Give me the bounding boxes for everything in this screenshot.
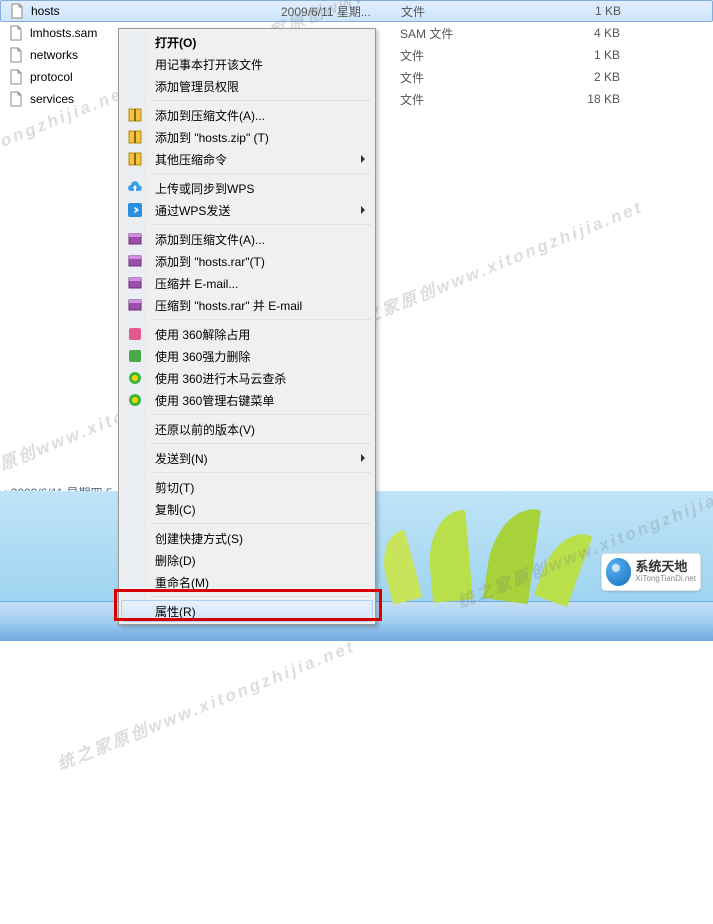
menu-rar-add[interactable]: 添加到压缩文件(A)... [121, 228, 373, 250]
logo-title: 系统天地 [635, 560, 696, 574]
menu-label: 添加到 "hosts.rar"(T) [155, 253, 265, 270]
menu-label: 使用 360解除占用 [155, 326, 250, 343]
logo-subtitle: XiTongTianDi.net [635, 575, 696, 584]
menu-label: 使用 360强力删除 [155, 348, 250, 365]
file-size: 2 KB [540, 70, 620, 84]
file-icon [8, 47, 24, 63]
zip-icon [127, 107, 143, 123]
menu-360-delete[interactable]: 使用 360强力删除 [121, 345, 373, 367]
menu-label: 添加到压缩文件(A)... [155, 107, 265, 124]
cloud-upload-icon [127, 180, 143, 196]
menu-sendto[interactable]: 发送到(N) [121, 447, 373, 469]
menu-label: 删除(D) [155, 552, 196, 569]
menu-label: 压缩并 E-mail... [155, 275, 238, 292]
menu-label: 通过WPS发送 [155, 202, 230, 219]
rar-icon [127, 297, 143, 313]
menu-rename[interactable]: 重命名(M) [121, 571, 373, 593]
menu-label: 用记事本打开该文件 [155, 56, 263, 73]
zip-icon [127, 129, 143, 145]
360-menu-icon [127, 392, 143, 408]
file-size: 1 KB [540, 48, 620, 62]
file-icon [9, 3, 25, 19]
menu-label: 添加到压缩文件(A)... [155, 231, 265, 248]
file-type: SAM 文件 [400, 25, 540, 42]
menu-rar-email[interactable]: 压缩并 E-mail... [121, 272, 373, 294]
file-date: 2009/6/11 星期... [281, 3, 401, 20]
file-icon [8, 69, 24, 85]
360-scan-icon [127, 370, 143, 386]
menu-360-unlock[interactable]: 使用 360解除占用 [121, 323, 373, 345]
menu-label: 添加管理员权限 [155, 78, 239, 95]
menu-wps-upload[interactable]: 上传或同步到WPS [121, 177, 373, 199]
menu-zip-other[interactable]: 其他压缩命令 [121, 148, 373, 170]
menu-label: 还原以前的版本(V) [155, 421, 255, 438]
submenu-arrow-icon [361, 454, 365, 462]
menu-restore[interactable]: 还原以前的版本(V) [121, 418, 373, 440]
file-name: hosts [31, 4, 281, 18]
rar-icon [127, 231, 143, 247]
file-icon [8, 25, 24, 41]
menu-rar-addto[interactable]: 添加到 "hosts.rar"(T) [121, 250, 373, 272]
menu-delete[interactable]: 删除(D) [121, 549, 373, 571]
menu-label: 重命名(M) [155, 574, 209, 591]
menu-label: 剪切(T) [155, 479, 194, 496]
zip-icon [127, 151, 143, 167]
menu-360-rmenu[interactable]: 使用 360管理右键菜单 [121, 389, 373, 411]
file-type: 文件 [400, 91, 540, 108]
menu-cut[interactable]: 剪切(T) [121, 476, 373, 498]
menu-360-scan[interactable]: 使用 360进行木马云查杀 [121, 367, 373, 389]
menu-open-notepad[interactable]: 用记事本打开该文件 [121, 53, 373, 75]
menu-zip-add[interactable]: 添加到压缩文件(A)... [121, 104, 373, 126]
menu-label: 使用 360管理右键菜单 [155, 392, 274, 409]
file-type: 文件 [401, 3, 541, 20]
360-delete-icon [127, 348, 143, 364]
360-unlock-icon [127, 326, 143, 342]
logo-badge: 系统天地 XiTongTianDi.net [601, 553, 701, 591]
menu-add-admin[interactable]: 添加管理员权限 [121, 75, 373, 97]
menu-label: 其他压缩命令 [155, 151, 227, 168]
menu-label: 属性(R) [155, 603, 196, 620]
menu-label: 复制(C) [155, 501, 196, 518]
menu-open[interactable]: 打开(O) [121, 31, 373, 53]
file-size: 4 KB [540, 26, 620, 40]
menu-shortcut[interactable]: 创建快捷方式(S) [121, 527, 373, 549]
menu-label: 发送到(N) [155, 450, 208, 467]
menu-zip-addto[interactable]: 添加到 "hosts.zip" (T) [121, 126, 373, 148]
file-icon [8, 91, 24, 107]
file-type: 文件 [400, 69, 540, 86]
menu-label: 使用 360进行木马云查杀 [155, 370, 286, 387]
menu-copy[interactable]: 复制(C) [121, 498, 373, 520]
submenu-arrow-icon [361, 155, 365, 163]
menu-label: 上传或同步到WPS [155, 180, 254, 197]
context-menu: 打开(O) 用记事本打开该文件 添加管理员权限 添加到压缩文件(A)... 添加… [118, 28, 376, 625]
file-row[interactable]: hosts2009/6/11 星期...文件1 KB [0, 0, 713, 22]
menu-wps-send[interactable]: 通过WPS发送 [121, 199, 373, 221]
send-icon [127, 202, 143, 218]
submenu-arrow-icon [361, 206, 365, 214]
menu-label: 打开(O) [155, 34, 196, 51]
file-size: 18 KB [540, 92, 620, 106]
file-type: 文件 [400, 47, 540, 64]
menu-label: 添加到 "hosts.zip" (T) [155, 129, 269, 146]
rar-icon [127, 253, 143, 269]
rar-icon [127, 275, 143, 291]
logo-icon [606, 558, 631, 586]
menu-label: 创建快捷方式(S) [155, 530, 243, 547]
menu-label: 压缩到 "hosts.rar" 并 E-mail [155, 297, 302, 314]
file-size: 1 KB [541, 4, 621, 18]
menu-rar-email2[interactable]: 压缩到 "hosts.rar" 并 E-mail [121, 294, 373, 316]
menu-properties[interactable]: 属性(R) [121, 600, 373, 622]
